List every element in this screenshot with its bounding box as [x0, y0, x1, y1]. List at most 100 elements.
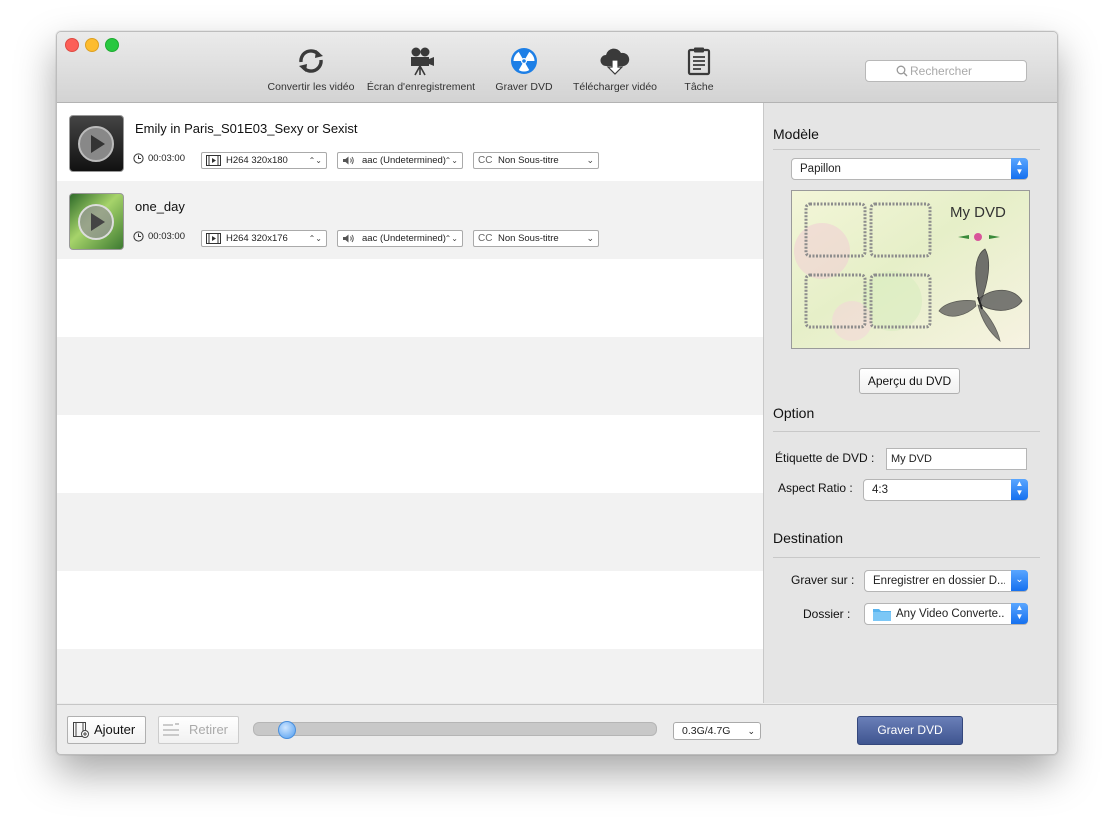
file-list: Emily in Paris_S01E03_Sexy or Sexist 00:… — [57, 103, 763, 703]
video-thumbnail[interactable] — [69, 115, 124, 172]
add-button[interactable]: Ajouter — [67, 716, 146, 744]
divider — [773, 149, 1040, 150]
divider — [773, 557, 1040, 558]
disc-radiation-icon — [511, 48, 537, 74]
preview-dvd-button[interactable]: Aperçu du DVD — [859, 368, 960, 394]
folder-icon — [873, 609, 891, 621]
butterfly-template-image: My DVD — [792, 191, 1029, 348]
chevron-down-icon: ⌄ — [1011, 570, 1028, 591]
empty-row — [57, 337, 763, 415]
remove-button-label: Retirer — [189, 722, 229, 737]
divider — [773, 431, 1040, 432]
video-thumbnail[interactable] — [69, 193, 124, 250]
toolbar-convert-label: Convertir les vidéo — [267, 81, 355, 93]
close-window-button[interactable] — [65, 38, 79, 52]
chevron-down-icon: ⌄ — [747, 726, 755, 736]
audio-format-select[interactable]: aac (Undetermined) ⌃⌄ — [337, 230, 463, 247]
video-format-text: H264 320x176 — [226, 233, 288, 244]
dvd-label-label: Étiquette de DVD : — [775, 451, 875, 465]
search-input[interactable] — [910, 62, 1020, 79]
preview-title-text: My DVD — [950, 204, 1006, 221]
settings-sidebar: Modèle Papillon ▲ ▼ My DVD Aperçu du DVD… — [763, 103, 1057, 703]
subtitle-select[interactable]: CC Non Sous-titre ⌄ — [473, 230, 599, 247]
disc-size-text: 0.3G/4.7G — [682, 725, 731, 737]
chevron-updown-icon: ⌃⌄ — [444, 234, 458, 243]
search-icon — [896, 65, 908, 77]
film-icon — [206, 155, 221, 166]
convert-refresh-icon — [299, 49, 323, 73]
toolbar-task-label: Tâche — [684, 81, 714, 93]
remove-button[interactable]: Retirer — [158, 716, 239, 744]
file-row[interactable]: one_day 00:03:00 H264 320x176 ⌃⌄ aac (Un… — [57, 181, 763, 259]
toolbar: Convertir les vidéo Écran d'enregistreme… — [57, 32, 1057, 103]
burn-dvd-button[interactable]: Graver DVD — [857, 716, 963, 745]
video-format-select[interactable]: H264 320x176 ⌃⌄ — [201, 230, 327, 247]
bottom-bar: Ajouter Retirer 0.3G/4.7G ⌄ Graver DVD — [57, 704, 1057, 754]
play-icon — [78, 126, 114, 162]
zoom-window-button[interactable] — [105, 38, 119, 52]
disc-size-select[interactable]: 0.3G/4.7G ⌄ — [673, 722, 761, 740]
add-film-icon — [73, 722, 89, 738]
duration-text: 00:03:00 — [148, 153, 185, 164]
speaker-icon — [343, 234, 354, 243]
chevron-updown-icon: ⌃⌄ — [308, 234, 322, 243]
subtitle-select[interactable]: CC Non Sous-titre ⌄ — [473, 152, 599, 169]
cc-icon: CC — [478, 155, 493, 166]
audio-format-select[interactable]: aac (Undetermined) ⌃⌄ — [337, 152, 463, 169]
app-window: Convertir les vidéo Écran d'enregistreme… — [56, 31, 1058, 755]
template-select-text: Papillon — [800, 163, 841, 175]
remove-list-icon — [163, 723, 179, 736]
dvd-label-input[interactable] — [886, 448, 1027, 470]
subtitle-text: Non Sous-titre — [498, 233, 559, 244]
destination-section-title: Destination — [773, 530, 844, 546]
search-field[interactable] — [865, 60, 1027, 82]
toolbar-screen-record-button[interactable]: Écran d'enregistrement — [363, 46, 479, 98]
progress-knob[interactable] — [278, 721, 296, 739]
file-name: one_day — [135, 199, 185, 214]
empty-row — [57, 649, 763, 703]
cloud-download-icon — [600, 48, 630, 75]
clock-icon — [133, 231, 144, 242]
aspect-ratio-text: 4:3 — [872, 484, 888, 496]
burn-to-text: Enregistrer en dossier D... — [873, 575, 1005, 587]
toolbar-screen-record-label: Écran d'enregistrement — [366, 81, 476, 93]
file-row[interactable]: Emily in Paris_S01E03_Sexy or Sexist 00:… — [57, 103, 763, 181]
disc-usage-progress[interactable] — [253, 721, 657, 739]
folder-label: Dossier : — [803, 607, 851, 621]
speaker-icon — [343, 156, 354, 165]
video-format-select[interactable]: H264 320x180 ⌃⌄ — [201, 152, 327, 169]
file-name: Emily in Paris_S01E03_Sexy or Sexist — [135, 121, 358, 136]
empty-row — [57, 259, 763, 337]
clock-icon — [133, 153, 144, 164]
empty-row — [57, 493, 763, 571]
toolbar-burn-dvd-button[interactable]: Graver DVD — [487, 46, 561, 98]
empty-row — [57, 415, 763, 493]
video-format-text: H264 320x180 — [226, 155, 288, 166]
option-section-title: Option — [773, 405, 815, 421]
toolbar-burn-dvd-label: Graver DVD — [495, 81, 553, 93]
toolbar-download-label: Télécharger vidéo — [572, 81, 658, 93]
chevron-updown-icon: ⌃⌄ — [444, 156, 458, 165]
chevron-down-icon: ⌄ — [586, 233, 594, 243]
minimize-window-button[interactable] — [85, 38, 99, 52]
audio-format-text: aac (Undetermined) — [362, 155, 446, 166]
subtitle-text: Non Sous-titre — [498, 155, 559, 166]
burn-to-select[interactable]: Enregistrer en dossier D... ⌄ — [864, 570, 1028, 592]
burn-to-label: Graver sur : — [791, 573, 855, 587]
toolbar-download-button[interactable]: Télécharger vidéo — [565, 46, 665, 98]
model-section-title: Modèle — [773, 126, 819, 142]
folder-select[interactable]: Any Video Converte... ▲ ▼ — [864, 603, 1028, 625]
clipboard-icon — [687, 47, 711, 76]
folder-text: Any Video Converte... — [896, 608, 1005, 620]
toolbar-convert-button[interactable]: Convertir les vidéo — [263, 46, 359, 98]
stepper-icon: ▲ ▼ — [1011, 158, 1028, 179]
template-select[interactable]: Papillon ▲ ▼ — [791, 158, 1028, 180]
cc-icon: CC — [478, 233, 493, 244]
aspect-ratio-select[interactable]: 4:3 ▲ ▼ — [863, 479, 1028, 501]
chevron-updown-icon: ⌃⌄ — [308, 156, 322, 165]
play-icon — [78, 204, 114, 240]
add-button-label: Ajouter — [94, 722, 136, 737]
stepper-icon: ▲ ▼ — [1011, 479, 1028, 500]
toolbar-task-button[interactable]: Tâche — [673, 46, 725, 98]
camera-icon — [411, 47, 434, 76]
